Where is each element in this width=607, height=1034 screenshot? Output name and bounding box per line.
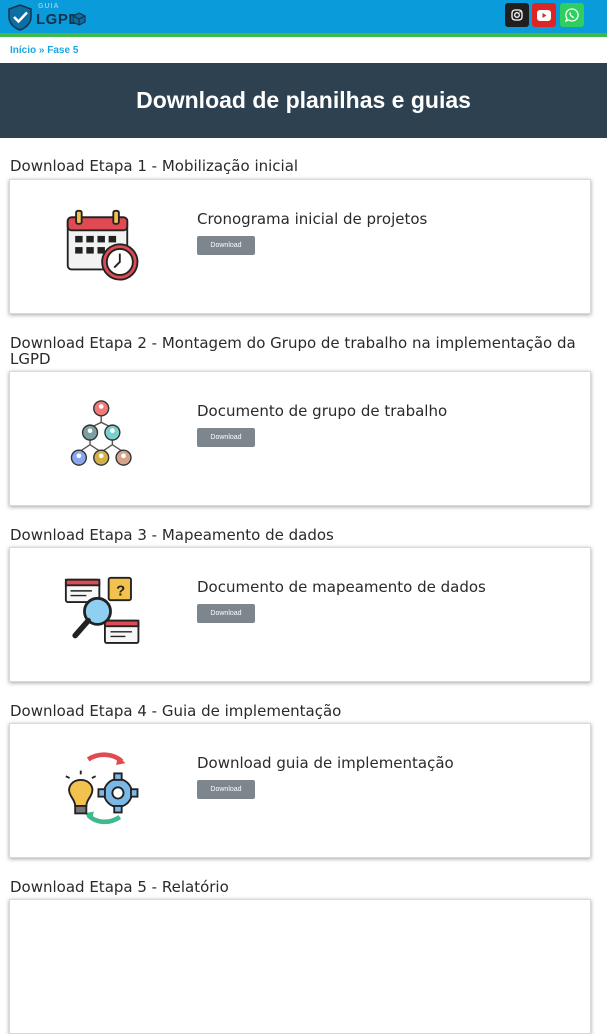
section-title-5: Download Etapa 5 - Relatório [10, 878, 229, 896]
calendar-clock-icon [66, 209, 139, 281]
site-logo[interactable]: GUIA LGPD [6, 3, 86, 31]
idea-gear-icon [65, 752, 139, 825]
breadcrumb-current[interactable]: Fase 5 [47, 45, 78, 56]
download-button-2[interactable]: Download [197, 428, 255, 447]
card-title-4: Download guia de implementação [197, 754, 454, 772]
download-card-5 [9, 899, 591, 1034]
download-card-3: ? Documento de mapeamento de dados Downl… [9, 547, 591, 682]
breadcrumb: Início » Fase 5 [10, 45, 78, 56]
download-card-4: Download guia de implementação Download [9, 723, 591, 858]
data-search-icon: ? [64, 576, 140, 644]
breadcrumb-home-link[interactable]: Início [10, 45, 36, 56]
breadcrumb-separator: » [36, 45, 48, 56]
youtube-icon [537, 9, 551, 21]
page-title: Download de planilhas e guias [136, 87, 471, 113]
team-hierarchy-icon [70, 400, 132, 466]
download-button-4[interactable]: Download [197, 780, 255, 799]
top-bar-accent [0, 33, 607, 37]
download-button-1[interactable]: Download [197, 236, 255, 255]
download-button-3[interactable]: Download [197, 604, 255, 623]
card-title-3: Documento de mapeamento de dados [197, 578, 486, 596]
section-title-3: Download Etapa 3 - Mapeamento de dados [10, 526, 334, 544]
section-title-2: Download Etapa 2 - Montagem do Grupo de … [10, 334, 576, 368]
shield-check-icon [8, 4, 32, 31]
whatsapp-icon [565, 8, 579, 22]
cube-icon [72, 12, 86, 26]
instagram-icon [511, 9, 523, 21]
download-card-2: Documento de grupo de trabalho Download [9, 371, 591, 506]
whatsapp-button[interactable] [560, 3, 584, 27]
top-bar: GUIA LGPD [0, 0, 607, 33]
card-title-2: Documento de grupo de trabalho [197, 402, 448, 420]
logo-subtext: GUIA [38, 3, 60, 10]
download-card-1: Cronograma inicial de projetos Download [9, 179, 591, 314]
section-title-1: Download Etapa 1 - Mobilização inicial [10, 157, 299, 175]
section-title-4: Download Etapa 4 - Guia de implementação [10, 702, 342, 720]
card-title-1: Cronograma inicial de projetos [197, 210, 428, 228]
svg-text:?: ? [116, 584, 125, 600]
youtube-button[interactable] [532, 3, 556, 27]
instagram-button[interactable] [505, 3, 529, 27]
page-hero: Download de planilhas e guias [0, 63, 607, 138]
